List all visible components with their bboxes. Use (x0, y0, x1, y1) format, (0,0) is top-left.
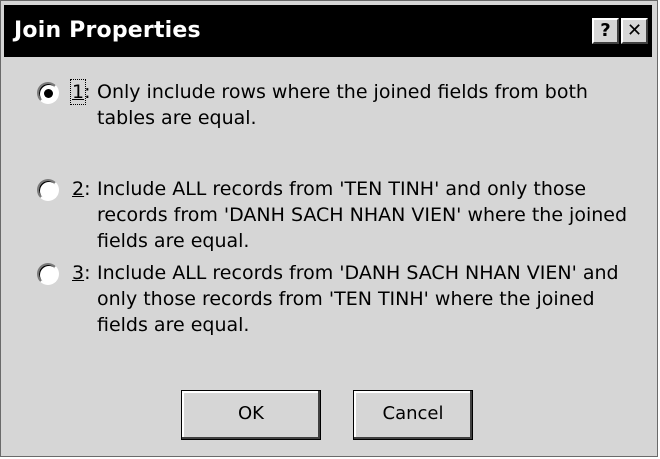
option-3-line-1: Include ALL records from 'DANH SACH NHAN… (97, 262, 619, 284)
option-2-key: 2 (72, 178, 85, 200)
close-button[interactable]: ✕ (621, 18, 648, 44)
option-1-key: 1 (69, 79, 87, 105)
ok-button[interactable]: OK (181, 390, 321, 440)
option-3-key: 3 (72, 262, 85, 284)
question-mark-icon: ? (600, 20, 611, 41)
dialog-title: Join Properties (14, 18, 201, 43)
option-3-line-3: fields are equal. (97, 314, 250, 336)
radio-option-3[interactable] (37, 263, 59, 285)
close-icon: ✕ (626, 20, 643, 41)
option-2-line-1: Include ALL records from 'TEN TINH' and … (97, 178, 587, 200)
option-3-line-2: only those records from 'TEN TINH' where… (97, 288, 595, 310)
radio-option-2[interactable] (37, 179, 59, 201)
option-1-line-2: tables are equal. (97, 107, 257, 129)
option-2-line-3: fields are equal. (97, 230, 250, 252)
option-3-text[interactable]: 3: Include ALL records from 'DANH SACH NH… (72, 260, 632, 338)
option-2-text[interactable]: 2: Include ALL records from 'TEN TINH' an… (72, 176, 632, 254)
option-1-text[interactable]: 1: Only include rows where the joined fie… (69, 79, 632, 131)
option-1-line-1: Only include rows where the joined field… (97, 81, 588, 103)
help-button[interactable]: ? (592, 18, 619, 44)
option-2-line-2: records from 'DANH SACH NHAN VIEN' where… (97, 204, 628, 226)
cancel-button[interactable]: Cancel (353, 390, 473, 440)
radio-option-1[interactable] (37, 82, 59, 104)
radio-selected-dot (44, 89, 53, 98)
join-properties-dialog: Join Properties ? ✕ 1: Only include rows … (0, 0, 658, 457)
title-bar[interactable]: Join Properties ? ✕ (4, 5, 652, 57)
